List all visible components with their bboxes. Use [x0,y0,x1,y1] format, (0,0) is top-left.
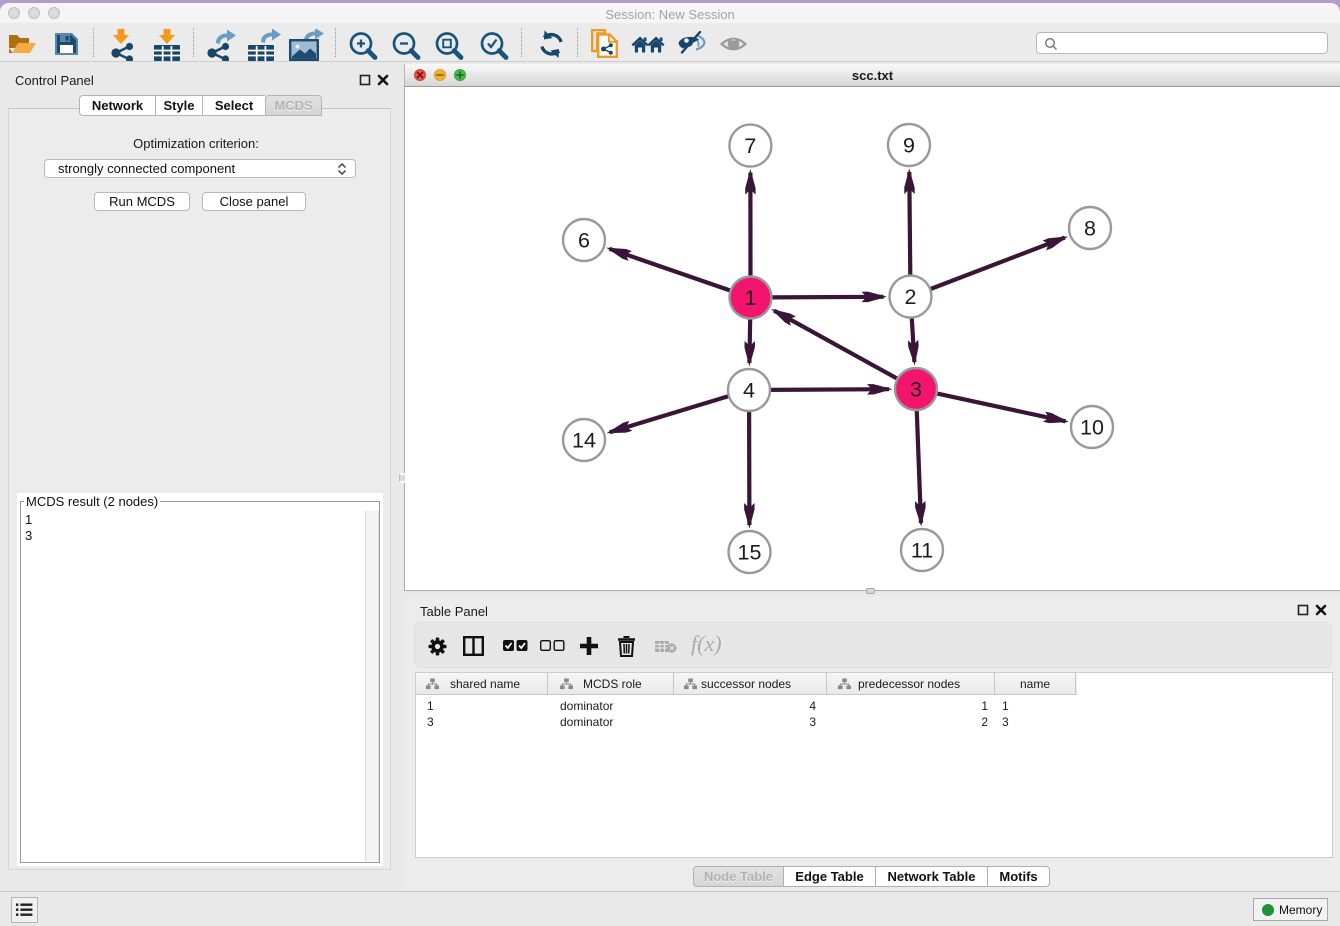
svg-text:7: 7 [744,134,756,158]
svg-text:4: 4 [743,379,755,403]
svg-text:14: 14 [572,429,596,453]
svg-text:8: 8 [1084,217,1096,241]
svg-text:15: 15 [738,541,762,565]
svg-text:2: 2 [905,285,917,309]
svg-text:3: 3 [910,378,922,402]
svg-text:6: 6 [578,229,590,253]
svg-text:9: 9 [903,134,915,158]
svg-text:11: 11 [911,539,933,563]
svg-text:1: 1 [745,286,757,310]
svg-text:10: 10 [1080,416,1104,440]
